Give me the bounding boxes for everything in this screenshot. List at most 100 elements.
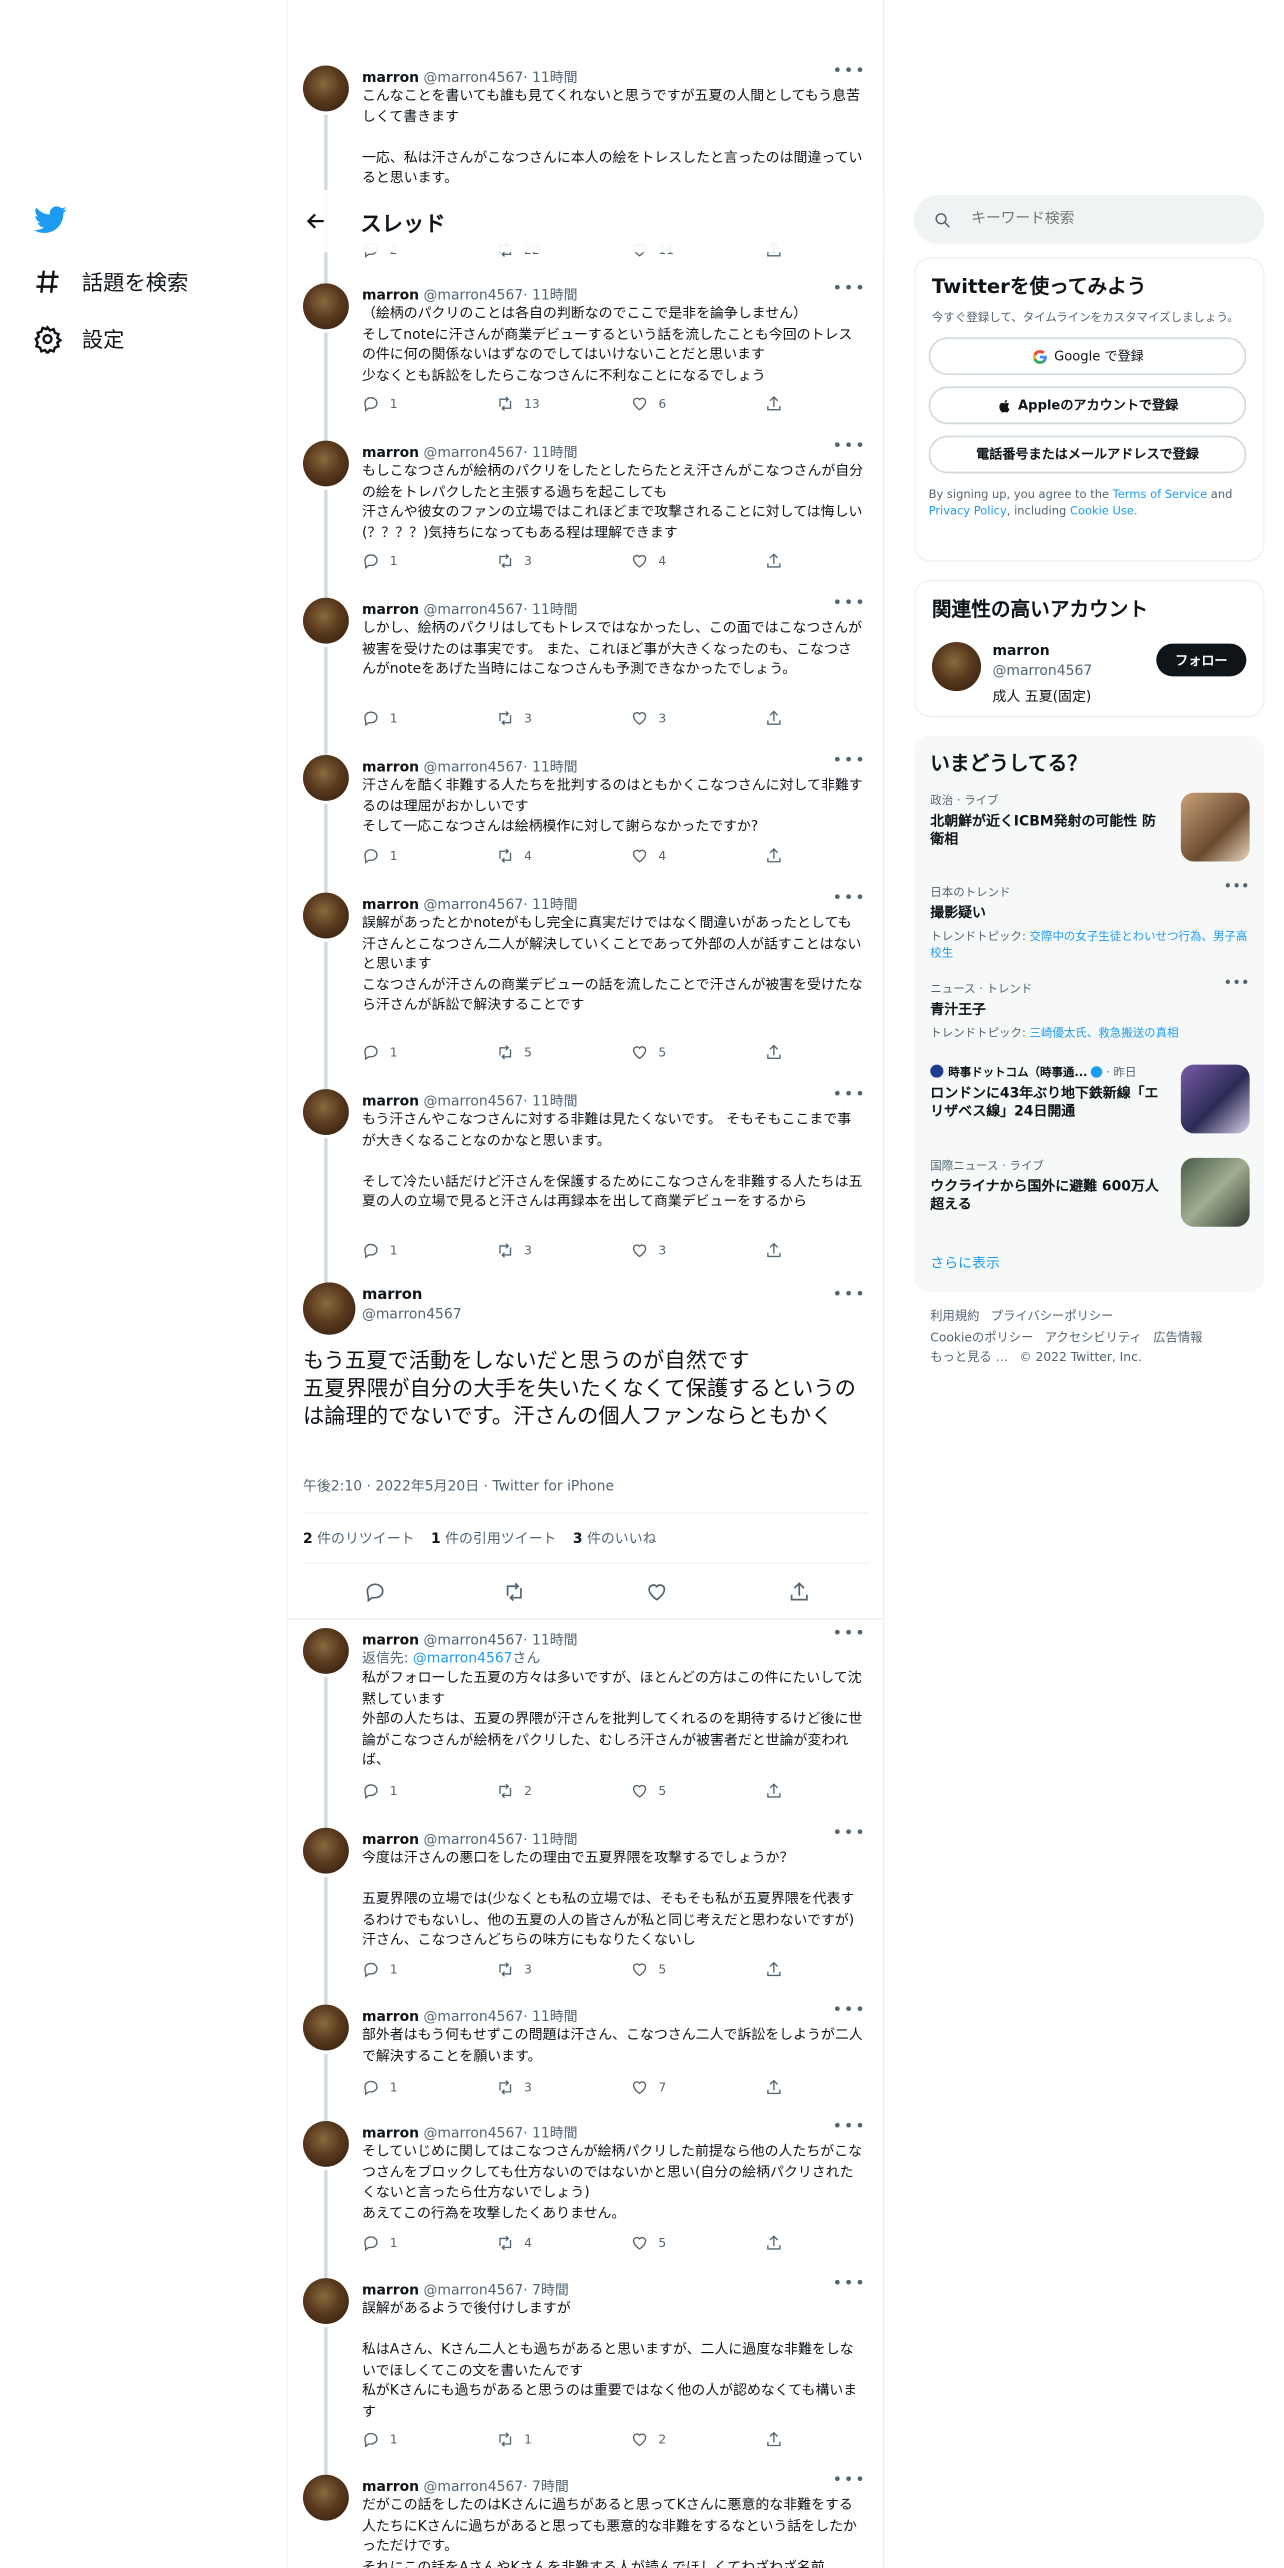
more-options-icon[interactable]: •••: [832, 280, 866, 298]
share-button[interactable]: [765, 1960, 783, 1978]
thread-tweet[interactable]: marron @marron4567· 7時間 ••• だがこの話をしたのはKさんに…: [288, 2458, 883, 2568]
avatar[interactable]: [302, 892, 349, 939]
like-button[interactable]: 4: [631, 552, 666, 570]
share-icon[interactable]: [788, 1580, 811, 1603]
retweet-button[interactable]: 3: [496, 709, 532, 727]
author-handle[interactable]: @marron4567: [423, 2283, 523, 2299]
reply-icon[interactable]: [364, 1580, 387, 1603]
more-options-icon[interactable]: •••: [832, 1825, 866, 1843]
thread-tweet[interactable]: marron @marron4567· 11時間 ••• もう汗さんやこなつさんに対…: [288, 1086, 883, 1294]
reply-button[interactable]: 1: [362, 1960, 398, 1978]
author-name[interactable]: marron: [362, 603, 419, 619]
author-name[interactable]: marron: [362, 2283, 419, 2299]
show-more-link[interactable]: さらに表示: [930, 1253, 1000, 1272]
more-options-icon[interactable]: •••: [1224, 976, 1250, 992]
like-button[interactable]: 5: [631, 1782, 666, 1800]
avatar[interactable]: [302, 2120, 349, 2167]
quote-stat[interactable]: 1 件の引用ツイート: [431, 1528, 556, 1547]
author-handle[interactable]: @marron4567: [423, 445, 523, 461]
share-button[interactable]: [765, 2078, 783, 2096]
like-button[interactable]: 6: [631, 395, 666, 413]
avatar[interactable]: [302, 1627, 349, 1674]
retweet-button[interactable]: 4: [496, 847, 532, 865]
reply-button[interactable]: 1: [362, 847, 398, 865]
tweet-meta[interactable]: 午後2:10 · 2022年5月20日 · Twitter for iPhone: [303, 1476, 614, 1495]
avatar[interactable]: [302, 65, 349, 112]
like-button[interactable]: 5: [631, 1043, 666, 1061]
share-button[interactable]: [765, 847, 783, 865]
reply-button[interactable]: 1: [362, 1043, 398, 1061]
tweet-time[interactable]: · 11時間: [523, 760, 577, 776]
like-button[interactable]: 5: [631, 2234, 666, 2252]
retweet-button[interactable]: 2: [496, 1782, 532, 1800]
more-options-icon[interactable]: •••: [832, 595, 866, 613]
trend-item[interactable]: 政治 · ライブ 北朝鮮が近くICBM発射の可能性 防衛相: [930, 792, 1250, 862]
search-input[interactable]: [971, 211, 1234, 228]
reply-button[interactable]: 1: [362, 2430, 398, 2448]
thread-tweet[interactable]: marron @marron4567· 11時間 ••• しかし、絵柄のパクリはして…: [288, 595, 883, 762]
thread-tweet[interactable]: marron @marron4567· 11時間 ••• 誤解があったとかnoteが…: [288, 889, 883, 1098]
avatar[interactable]: [302, 2278, 349, 2325]
nav-settings[interactable]: 設定: [33, 323, 124, 354]
more-options-icon[interactable]: •••: [832, 2275, 866, 2293]
cookie-link[interactable]: Cookie Use.: [1070, 504, 1138, 517]
follow-button[interactable]: フォロー: [1156, 643, 1247, 677]
footer-link[interactable]: 利用規約: [930, 1309, 979, 1324]
related-name[interactable]: marron: [993, 644, 1050, 660]
author-name[interactable]: marron: [362, 1633, 419, 1649]
author-handle[interactable]: @marron4567: [423, 70, 523, 86]
avatar[interactable]: [302, 1282, 356, 1335]
tweet-time[interactable]: · 7時間: [523, 2283, 569, 2299]
share-button[interactable]: [765, 2430, 783, 2448]
more-options-icon[interactable]: •••: [832, 2118, 866, 2136]
thread-tweet[interactable]: marron @marron4567· 11時間 ••• そしていじめに関してはこな…: [288, 2104, 883, 2279]
author-handle[interactable]: @marron4567: [362, 1307, 462, 1323]
author-handle[interactable]: @marron4567: [423, 2010, 523, 2026]
more-options-icon[interactable]: •••: [832, 62, 866, 80]
author-name[interactable]: marron: [362, 898, 419, 914]
retweet-button[interactable]: 1: [496, 2430, 532, 2448]
author-name[interactable]: marron: [362, 1287, 422, 1303]
thread-tweet[interactable]: marron @marron4567· 11時間 ••• 部外者はもう何もせずこの問…: [288, 1988, 883, 2123]
avatar[interactable]: [302, 755, 349, 801]
more-options-icon[interactable]: •••: [832, 889, 866, 907]
share-button[interactable]: [765, 1043, 783, 1061]
more-options-icon[interactable]: •••: [832, 1625, 866, 1643]
avatar[interactable]: [302, 440, 349, 487]
author-handle[interactable]: @marron4567: [423, 760, 523, 776]
retweet-button[interactable]: 13: [496, 395, 540, 413]
like-stat[interactable]: 3 件のいいね: [573, 1528, 657, 1547]
trend-item[interactable]: ニュース · トレンド 青汁王子 トレンドトピック: 三崎優太氏、救急搬送の真相 ••…: [930, 976, 1249, 1042]
author-handle[interactable]: @marron4567: [423, 1833, 523, 1849]
retweet-button[interactable]: 4: [496, 2234, 532, 2252]
retweet-button[interactable]: 3: [496, 1960, 532, 1978]
reply-button[interactable]: 1: [362, 1241, 398, 1259]
retweet-button[interactable]: 3: [496, 1241, 532, 1259]
trend-item[interactable]: 時事ドットコム（時事通... · 昨日 ロンドンに43年ぶり地下鉄新線「エリザベス…: [930, 1064, 1250, 1134]
like-button[interactable]: 4: [631, 847, 666, 865]
tweet-time[interactable]: · 11時間: [523, 1833, 577, 1849]
like-button[interactable]: 5: [631, 1960, 666, 1978]
author-handle[interactable]: @marron4567: [423, 1633, 523, 1649]
like-button[interactable]: 3: [631, 1241, 666, 1259]
more-options-icon[interactable]: •••: [832, 437, 866, 455]
more-options-icon[interactable]: •••: [832, 2001, 866, 2019]
tweet-time[interactable]: · 11時間: [523, 603, 577, 619]
share-button[interactable]: [765, 395, 783, 413]
more-options-icon[interactable]: •••: [832, 1086, 866, 1104]
like-button[interactable]: 7: [631, 2078, 666, 2096]
tweet-time[interactable]: · 7時間: [523, 2480, 569, 2496]
author-handle[interactable]: @marron4567: [423, 898, 523, 914]
share-button[interactable]: [765, 552, 783, 570]
tweet-time[interactable]: · 11時間: [523, 2126, 577, 2142]
trend-topic-link[interactable]: 三崎優太氏、救急搬送の真相: [1030, 1027, 1179, 1040]
thread-tweet[interactable]: marron @marron4567· 7時間 ••• 誤解があるようで後付けします…: [288, 2261, 883, 2475]
thread-tweet[interactable]: marron @marron4567· 11時間 ••• （絵柄のパクリのことは各自…: [288, 280, 883, 448]
tweet-time[interactable]: · 11時間: [523, 1094, 577, 1110]
apple-signup-button[interactable]: Appleのアカウントで登録: [928, 386, 1247, 425]
tweet-time[interactable]: · 11時間: [523, 445, 577, 461]
share-button[interactable]: [765, 2234, 783, 2252]
author-handle[interactable]: @marron4567: [423, 288, 523, 304]
author-handle[interactable]: @marron4567: [423, 2126, 523, 2142]
back-arrow-icon[interactable]: [305, 210, 328, 233]
